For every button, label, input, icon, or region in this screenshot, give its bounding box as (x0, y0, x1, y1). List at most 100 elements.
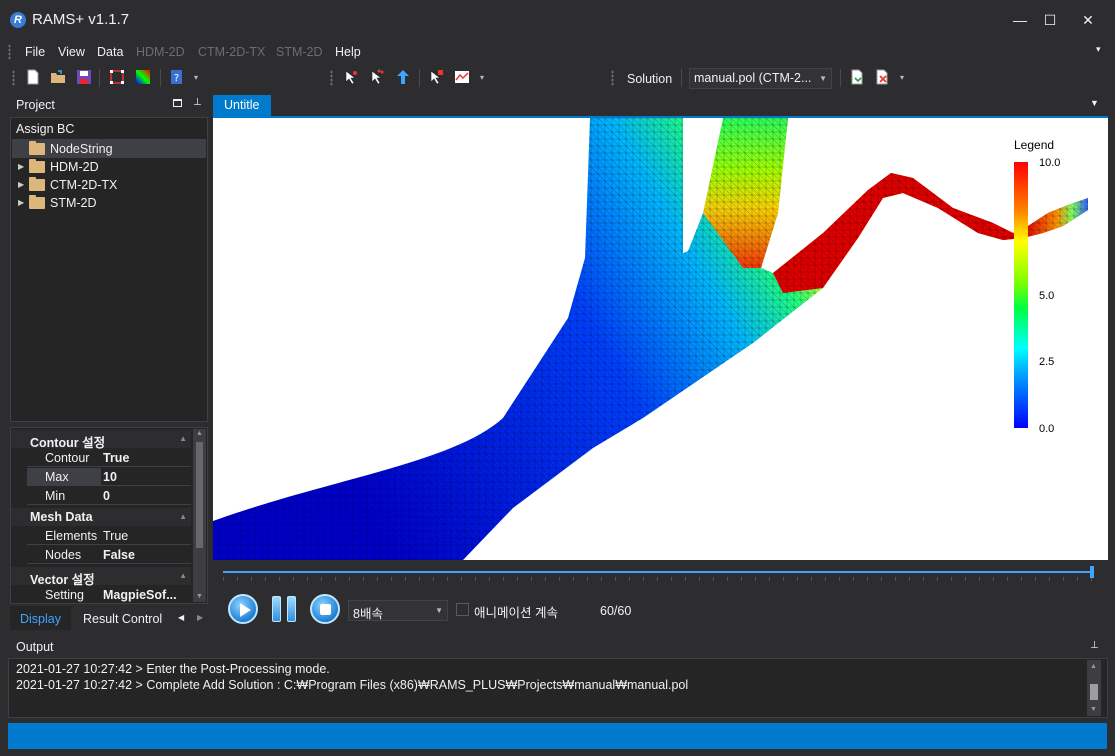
property-value[interactable]: True (103, 451, 191, 465)
property-row-nodes[interactable]: Nodes False (27, 546, 191, 564)
window-position-icon[interactable] (173, 99, 182, 107)
tab-result-control[interactable]: Result Control (73, 606, 172, 630)
pin-icon[interactable]: ⊥ (193, 97, 202, 108)
document-menu-icon[interactable]: ▼ (1090, 98, 1099, 108)
solution-select[interactable]: manual.pol (CTM-2... ▼ (689, 68, 832, 89)
toolbar-dropdown-icon[interactable]: ▾ (194, 74, 202, 82)
legend-tick-label: 5.0 (1039, 290, 1055, 302)
property-row-elements[interactable]: Elements True (27, 527, 191, 545)
tree-item-ctm-2d-tx[interactable]: ▶ CTM-2D-TX (12, 176, 206, 194)
legend-color-bar (1014, 162, 1028, 428)
menu-hdm-2d[interactable]: HDM-2D (136, 45, 185, 59)
tree-item-nodestring[interactable]: NodeString (12, 140, 206, 158)
speed-select-value: 8배속 (353, 607, 383, 621)
tree-item-stm-2d[interactable]: ▶ STM-2D (12, 194, 206, 212)
pointer-icon[interactable] (395, 69, 411, 85)
scroll-down-icon[interactable]: ▼ (1090, 706, 1097, 713)
speed-select[interactable]: 8배속 ▼ (348, 600, 448, 621)
collapse-arrow-icon[interactable]: ▲ (179, 571, 187, 580)
toolbar-separator (99, 69, 100, 87)
menu-overflow-icon[interactable]: ▾ (1096, 44, 1101, 55)
property-category-contour[interactable]: Contour 설정 ▲ (11, 430, 191, 450)
menu-file[interactable]: File (25, 45, 45, 59)
output-panel-header (8, 636, 1108, 658)
pause-button[interactable] (272, 594, 300, 624)
color-map-icon[interactable] (135, 69, 151, 85)
expand-arrow-icon[interactable]: ▶ (18, 162, 24, 171)
menu-grip-icon[interactable] (8, 44, 11, 60)
minimize-button[interactable]: — (1010, 10, 1030, 30)
log-line: 2021-01-27 10:27:42 > Enter the Post-Pro… (16, 662, 330, 676)
maximize-button[interactable]: ☐ (1040, 10, 1060, 30)
property-value[interactable]: 10 (103, 470, 191, 484)
tab-display[interactable]: Display (10, 606, 71, 630)
tab-scroll-left-icon[interactable]: ◀ (178, 613, 184, 622)
menu-ctm-2d-tx[interactable]: CTM-2D-TX (198, 45, 265, 59)
open-folder-icon[interactable] (50, 69, 66, 85)
pick-node-icon[interactable] (343, 69, 359, 85)
property-row-min[interactable]: Min 0 (27, 487, 191, 505)
timeline-thumb[interactable] (1090, 566, 1094, 578)
menu-help[interactable]: Help (335, 45, 361, 59)
scroll-down-icon[interactable]: ▼ (196, 593, 203, 600)
legend-title: Legend (1014, 138, 1055, 152)
toolbar-grip-icon[interactable] (611, 70, 614, 86)
property-value[interactable]: 0 (103, 489, 191, 503)
probe-icon[interactable] (428, 69, 444, 85)
menu-data[interactable]: Data (97, 45, 123, 59)
pick-element-icon[interactable] (369, 69, 385, 85)
legend-tick-label: 2.5 (1039, 356, 1055, 368)
tab-scroll-right-icon[interactable]: ▶ (197, 613, 203, 622)
timeline-slider[interactable] (223, 571, 1093, 573)
scroll-up-icon[interactable]: ▲ (1090, 663, 1097, 670)
assign-bc-label: Assign BC (16, 122, 75, 136)
folder-icon (29, 159, 45, 173)
timeline-ticks (223, 577, 1093, 581)
new-file-icon[interactable] (25, 69, 41, 85)
menu-view[interactable]: View (58, 45, 85, 59)
property-row-contour[interactable]: Contour True (27, 449, 191, 467)
expand-arrow-icon[interactable]: ▶ (18, 180, 24, 189)
property-category-vector[interactable]: Vector 설정 ▲ (11, 567, 191, 587)
toolbar-separator (840, 69, 841, 87)
property-value[interactable]: False (103, 548, 191, 562)
status-bar (8, 723, 1107, 749)
property-name: Elements (45, 529, 98, 543)
category-label: Mesh Data (30, 510, 93, 524)
mesh-render[interactable] (213, 118, 1108, 560)
play-button[interactable] (228, 594, 258, 624)
collapse-arrow-icon[interactable]: ▲ (179, 434, 187, 443)
property-value[interactable]: MagpieSof... (103, 588, 191, 602)
pin-icon[interactable]: ⊥ (1090, 640, 1099, 651)
property-grid: Contour 설정 ▲ Contour True Max 10 Min 0 M… (10, 427, 208, 604)
property-row-setting[interactable]: Setting MagpieSof... (27, 586, 191, 603)
scroll-up-icon[interactable]: ▲ (196, 430, 203, 437)
help-book-icon[interactable]: ? (169, 69, 185, 85)
toolbar-grip-icon[interactable] (330, 70, 333, 86)
stop-button[interactable] (310, 594, 340, 624)
tree-item-label: CTM-2D-TX (50, 178, 118, 192)
document-tab-untitle[interactable]: Untitle (213, 95, 271, 116)
scrollbar-thumb[interactable] (196, 442, 203, 548)
tree-item-label: STM-2D (50, 196, 97, 210)
output-panel-title: Output (16, 640, 54, 654)
delete-icon[interactable] (874, 69, 890, 85)
mesh-viewport[interactable] (213, 118, 1108, 560)
close-button[interactable]: ✕ (1078, 10, 1098, 30)
toolbar-dropdown-icon[interactable]: ▾ (480, 74, 488, 82)
export-icon[interactable] (849, 69, 865, 85)
graph-icon[interactable] (454, 69, 470, 85)
tree-item-hdm-2d[interactable]: ▶ HDM-2D (12, 158, 206, 176)
toolbar-grip-icon[interactable] (12, 70, 15, 86)
property-value[interactable]: True (103, 529, 191, 543)
expand-arrow-icon[interactable]: ▶ (18, 198, 24, 207)
continue-animation-checkbox[interactable] (456, 603, 469, 616)
select-region-icon[interactable] (109, 69, 125, 85)
toolbar-dropdown-icon[interactable]: ▾ (900, 74, 908, 82)
save-icon[interactable] (76, 69, 92, 85)
property-row-max[interactable]: Max 10 (27, 468, 191, 486)
collapse-arrow-icon[interactable]: ▲ (179, 512, 187, 521)
property-category-mesh-data[interactable]: Mesh Data ▲ (11, 508, 191, 526)
scrollbar-thumb[interactable] (1090, 684, 1098, 700)
menu-stm-2d[interactable]: STM-2D (276, 45, 323, 59)
